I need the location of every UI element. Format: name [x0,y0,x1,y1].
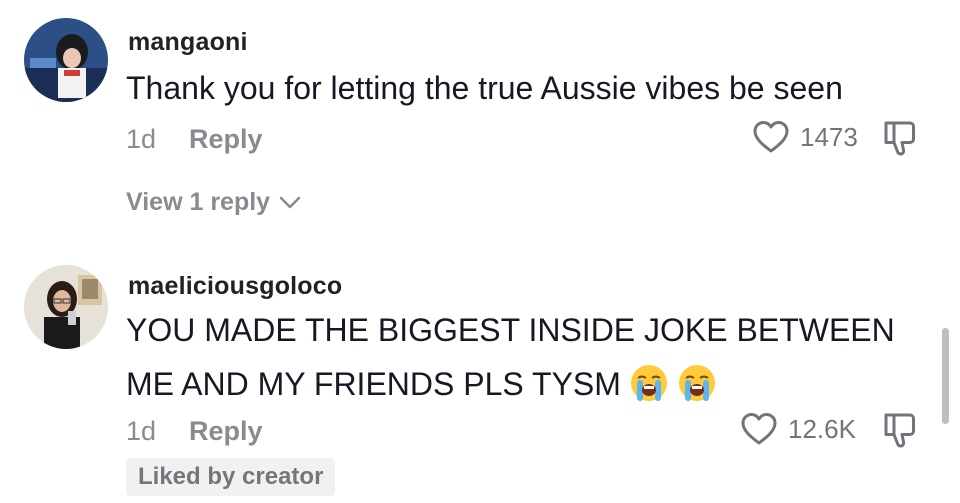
dislike-button[interactable] [880,118,920,158]
like-count: 12.6K [788,413,856,444]
comment-text-line-2-label: ME AND MY FRIENDS PLS TYSM [126,366,621,402]
avatar[interactable] [24,265,108,349]
comment-username[interactable]: maeliciousgoloco [128,272,342,301]
liked-by-creator-badge: Liked by creator [126,458,336,496]
comment-text-line-2: ME AND MY FRIENDS PLS TYSM [126,358,717,410]
like-button[interactable]: 1473 [752,120,858,154]
comment-time: 1d [126,124,157,154]
loudly-crying-face-icon [677,363,717,403]
comment-username[interactable]: mangaoni [128,28,248,57]
avatar[interactable] [24,18,108,102]
heart-outline-icon[interactable] [752,120,790,154]
comments-panel: mangaoni Thank you for letting the true … [0,0,960,503]
like-button[interactable]: 12.6K [740,412,856,446]
loudly-crying-face-icon [629,363,669,403]
view-replies-label: View 1 reply [126,188,271,216]
thumbs-down-outline-icon[interactable] [880,410,920,450]
comment-text-line-1: YOU MADE THE BIGGEST INSIDE JOKE BETWEEN [126,312,895,348]
reply-button[interactable]: Reply [189,124,263,155]
like-count: 1473 [800,121,858,152]
reply-button[interactable]: Reply [189,416,263,447]
heart-outline-icon[interactable] [740,412,778,446]
comment-time: 1d [126,416,157,446]
scrollbar[interactable] [942,328,949,424]
view-replies-button[interactable]: View 1 reply [126,188,302,217]
comment-text: Thank you for letting the true Aussie vi… [126,70,843,106]
dislike-button[interactable] [880,410,920,450]
chevron-down-icon [278,195,302,211]
thumbs-down-outline-icon[interactable] [880,118,920,158]
